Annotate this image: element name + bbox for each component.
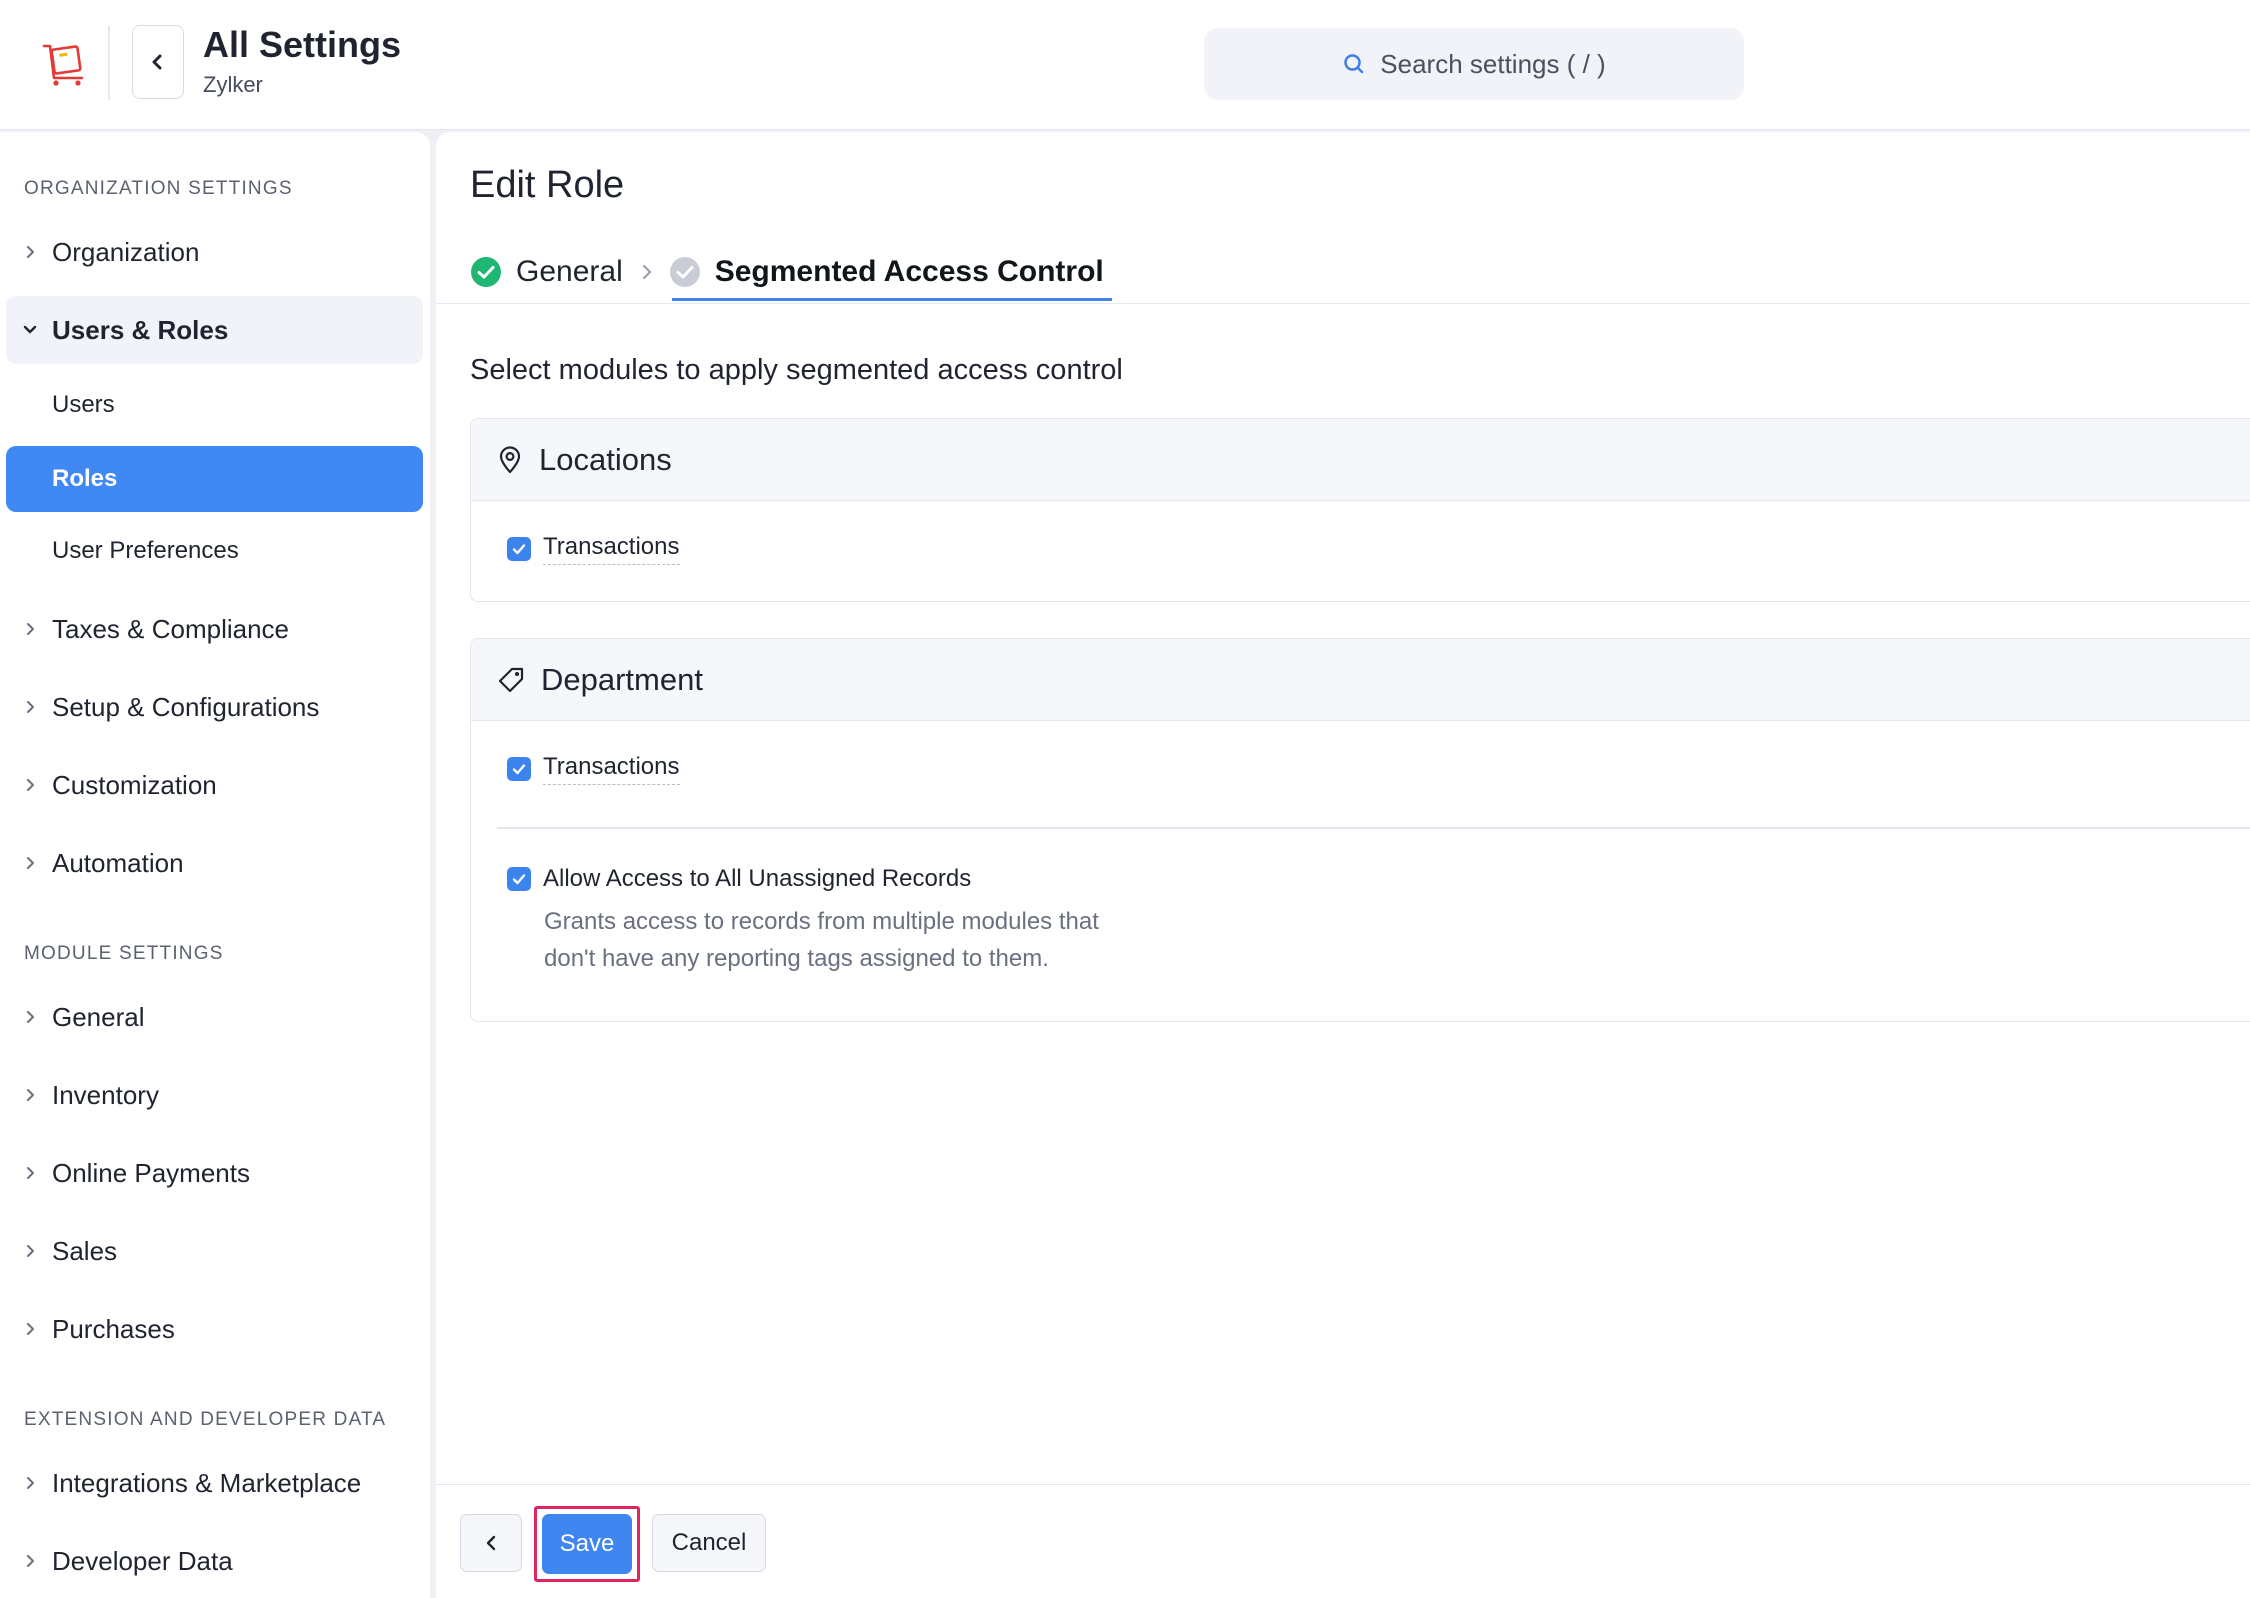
sidebar-item-inventory[interactable]: Inventory <box>6 1061 423 1129</box>
sidebar-item-label: Inventory <box>52 1079 159 1110</box>
page-title: Edit Role <box>470 164 625 206</box>
sidebar-item-label: Setup & Configurations <box>52 691 320 722</box>
app-title: All Settings <box>203 24 402 65</box>
department-card-header: Department <box>471 639 2250 721</box>
sidebar-item-general[interactable]: General <box>6 983 423 1051</box>
checkbox-label: Transactions <box>543 533 680 565</box>
steps-divider <box>436 303 2250 304</box>
chevron-right-icon <box>10 1244 50 1258</box>
step-label: Segmented Access Control <box>714 255 1104 288</box>
chevron-right-icon <box>10 1476 50 1490</box>
sidebar-item-organization[interactable]: Organization <box>6 218 423 286</box>
sidebar-item-label: Sales <box>52 1235 118 1266</box>
chevron-right-icon <box>10 1554 50 1568</box>
sidebar-item-label: Taxes & Compliance <box>52 613 289 644</box>
chevron-right-icon <box>639 263 655 281</box>
sidebar-subitem-roles[interactable]: Roles <box>6 446 423 512</box>
sidebar-item-integrations-marketplace[interactable]: Integrations & Marketplace <box>6 1449 423 1517</box>
chevron-down-icon <box>10 322 50 338</box>
sidebar-item-label: Integrations & Marketplace <box>52 1467 362 1498</box>
location-pin-icon <box>499 445 521 473</box>
header-divider <box>108 26 110 100</box>
settings-sidebar: ORGANIZATION SETTINGS Organization Users… <box>0 132 430 1598</box>
description-line: Grants access to records from multiple m… <box>544 908 1099 935</box>
section-title-extension: EXTENSION AND DEVELOPER DATA <box>24 1409 387 1430</box>
organization-name: Zylker <box>203 72 263 97</box>
step-label: General <box>516 255 623 288</box>
chevron-right-icon <box>10 245 50 259</box>
chevron-right-icon <box>10 700 50 714</box>
sidebar-item-users-roles[interactable]: Users & Roles <box>6 296 423 364</box>
app-logo-icon[interactable] <box>30 30 98 98</box>
chevron-right-icon <box>10 856 50 870</box>
save-button[interactable]: Save <box>542 1514 632 1574</box>
sidebar-item-label: Users <box>52 391 115 418</box>
section-title-module: MODULE SETTINGS <box>24 943 224 964</box>
locations-transactions-checkbox[interactable]: Transactions <box>507 533 680 565</box>
department-transactions-checkbox[interactable]: Transactions <box>507 753 680 785</box>
sidebar-item-label: Developer Data <box>52 1545 233 1576</box>
chevron-right-icon <box>10 622 50 636</box>
step-segmented-access-control[interactable]: Segmented Access Control <box>669 255 1104 289</box>
locations-title: Locations <box>539 441 672 477</box>
checkbox-label: Allow Access to All Unassigned Records <box>543 865 972 892</box>
sidebar-item-setup-configurations[interactable]: Setup & Configurations <box>6 673 423 741</box>
chevron-left-icon <box>152 54 162 70</box>
locations-card: Locations Transactions <box>470 418 2250 602</box>
tag-icon <box>498 667 524 692</box>
active-step-indicator <box>672 298 1112 301</box>
chevron-right-icon <box>10 1088 50 1102</box>
sidebar-subitem-users[interactable]: Users <box>6 372 423 438</box>
section-title-organization: ORGANIZATION SETTINGS <box>24 178 293 199</box>
back-button[interactable] <box>132 25 184 99</box>
checkbox-checked-icon <box>507 537 531 561</box>
search-settings-input[interactable]: Search settings ( / ) <box>1204 28 1744 100</box>
wizard-steps: General Segmented Access Control <box>470 244 1104 300</box>
sidebar-item-sales[interactable]: Sales <box>6 1217 423 1285</box>
previous-step-button[interactable] <box>460 1514 522 1572</box>
allow-unassigned-records-checkbox[interactable]: Allow Access to All Unassigned Records <box>507 865 971 893</box>
unassigned-records-description: Grants access to records from multiple m… <box>544 903 1184 977</box>
top-header: All Settings Zylker Search settings ( / … <box>0 0 2250 130</box>
sidebar-item-label: Organization <box>52 236 200 267</box>
description-line: don't have any reporting tags assigned t… <box>544 945 1049 972</box>
sidebar-item-label: General <box>52 1001 145 1032</box>
sidebar-item-purchases[interactable]: Purchases <box>6 1295 423 1363</box>
sidebar-item-label: Online Payments <box>52 1157 250 1188</box>
checkbox-label: Transactions <box>543 753 680 785</box>
sidebar-item-taxes-compliance[interactable]: Taxes & Compliance <box>6 595 423 663</box>
cancel-button[interactable]: Cancel <box>652 1514 766 1572</box>
chevron-right-icon <box>10 1166 50 1180</box>
chevron-left-icon <box>486 1535 496 1551</box>
sidebar-item-automation[interactable]: Automation <box>6 829 423 897</box>
sidebar-subitem-user-preferences[interactable]: User Preferences <box>6 518 423 584</box>
sidebar-item-developer-data[interactable]: Developer Data <box>6 1527 423 1595</box>
sidebar-item-label: Purchases <box>52 1313 175 1344</box>
locations-card-header: Locations <box>471 419 2250 501</box>
department-divider <box>497 827 2250 829</box>
check-circle-icon <box>471 257 501 287</box>
checkbox-checked-icon <box>507 867 531 891</box>
sidebar-item-label: Users & Roles <box>52 314 229 345</box>
search-icon <box>1344 54 1364 74</box>
sidebar-item-customization[interactable]: Customization <box>6 751 423 819</box>
step-general[interactable]: General <box>470 255 623 289</box>
sidebar-item-label: Roles <box>52 465 118 492</box>
intro-text: Select modules to apply segmented access… <box>470 354 1123 386</box>
check-circle-icon <box>669 257 700 287</box>
search-placeholder: Search settings ( / ) <box>1380 48 1606 79</box>
main-content: Edit Role General Segmented Access Contr… <box>436 132 2250 1598</box>
form-footer: Save Cancel <box>436 1484 2250 1598</box>
chevron-right-icon <box>10 1010 50 1024</box>
sidebar-item-online-payments[interactable]: Online Payments <box>6 1139 423 1207</box>
department-card: Department Transactions Allow Access to … <box>470 638 2250 1022</box>
sidebar-item-label: Customization <box>52 769 217 800</box>
sidebar-item-label: User Preferences <box>52 537 239 564</box>
chevron-right-icon <box>10 1322 50 1336</box>
checkbox-checked-icon <box>507 757 531 781</box>
chevron-right-icon <box>10 778 50 792</box>
department-title: Department <box>541 661 703 697</box>
sidebar-item-label: Automation <box>52 847 184 878</box>
